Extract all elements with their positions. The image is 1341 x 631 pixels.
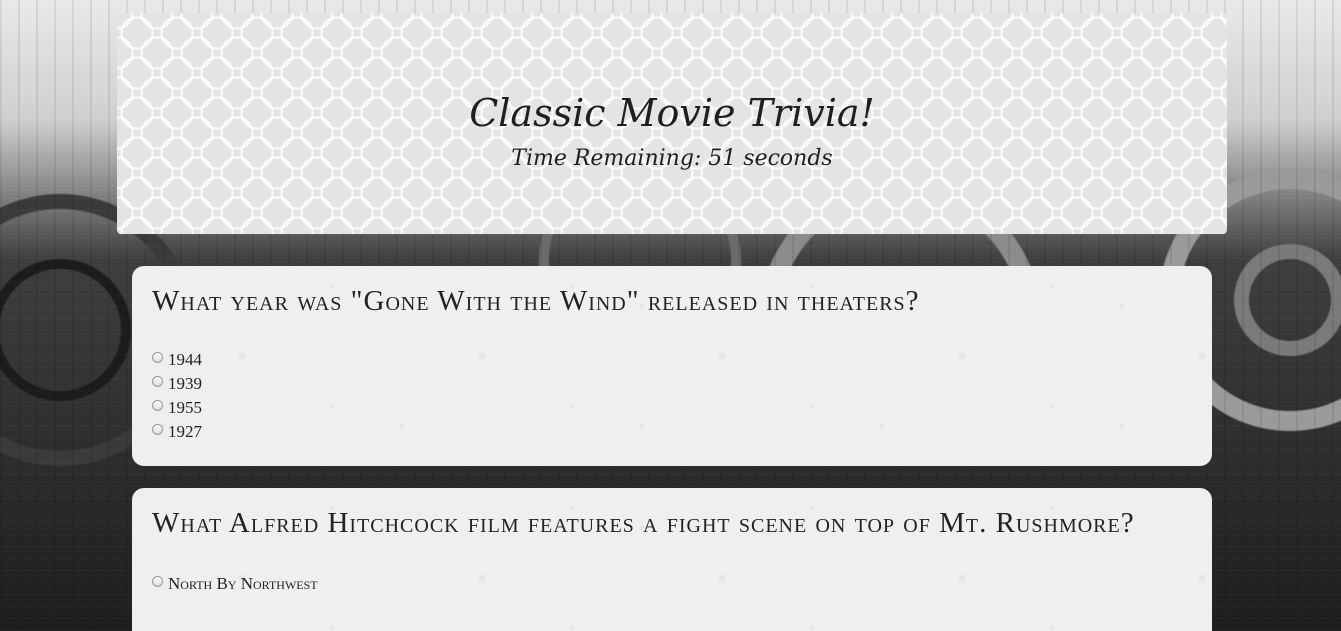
question-text: What Alfred Hitchcock film features a fi… — [152, 507, 1135, 539]
radio-button[interactable] — [152, 351, 163, 363]
answer-label: 1939 — [168, 374, 202, 393]
question-card-2: What Alfred Hitchcock film features a fi… — [132, 488, 1212, 631]
answer-label: 1955 — [168, 398, 202, 417]
answer-option[interactable]: 1955 — [152, 396, 1192, 420]
page-title: Classic Movie Trivia! — [469, 91, 875, 135]
time-remaining: Time Remaining: 51 seconds — [511, 146, 833, 171]
radio-button[interactable] — [152, 375, 163, 387]
answer-label: 1944 — [168, 350, 202, 369]
answer-options: 1944 1939 1955 1927 — [152, 348, 1192, 444]
answer-label: 1927 — [168, 422, 202, 441]
answer-option[interactable]: North By Northwest — [152, 572, 1192, 596]
question-text: What year was "Gone With the Wind" relea… — [152, 285, 920, 317]
radio-button[interactable] — [152, 575, 163, 587]
answer-option[interactable]: 1939 — [152, 372, 1192, 396]
answer-label: North By Northwest — [168, 574, 318, 593]
answer-option[interactable]: 1927 — [152, 420, 1192, 444]
question-card-1: What year was "Gone With the Wind" relea… — [132, 266, 1212, 466]
radio-button[interactable] — [152, 423, 163, 435]
header-banner: Classic Movie Trivia! Time Remaining: 51… — [117, 13, 1227, 234]
answer-options: North By Northwest — [152, 572, 1192, 596]
answer-option[interactable]: 1944 — [152, 348, 1192, 372]
radio-button[interactable] — [152, 399, 163, 411]
